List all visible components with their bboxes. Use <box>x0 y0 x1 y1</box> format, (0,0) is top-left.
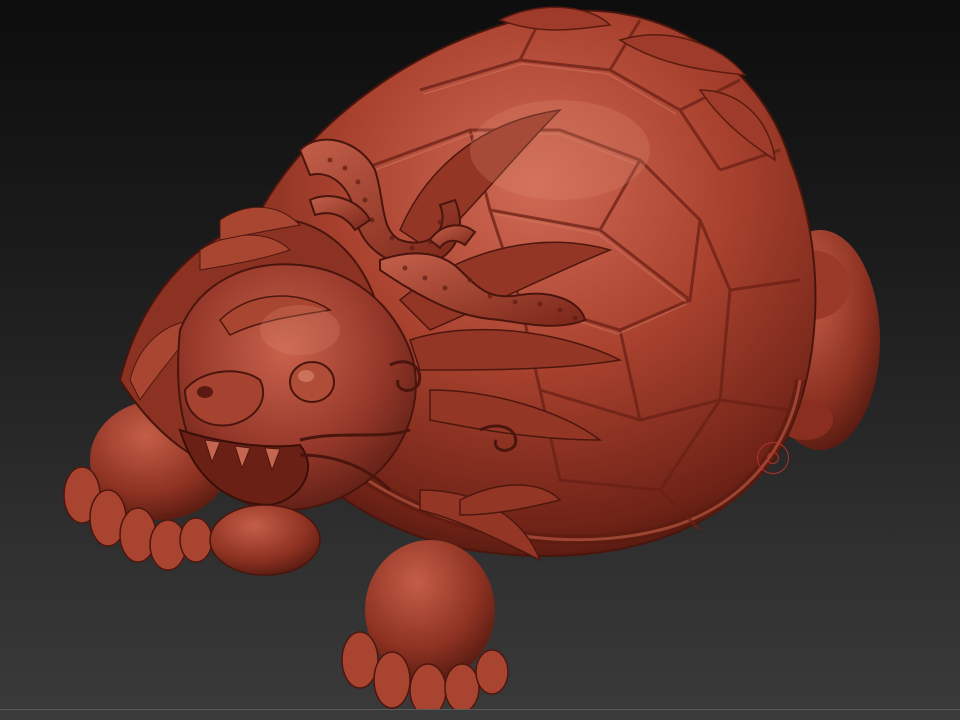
dragon-chin <box>209 504 321 576</box>
bottom-shelf[interactable] <box>0 710 960 720</box>
brush-center-icon <box>767 452 779 464</box>
dragon-eye <box>289 361 335 403</box>
front-right-leg <box>341 540 509 717</box>
3d-viewport[interactable] <box>0 0 960 720</box>
sculpt-model[interactable] <box>0 0 960 720</box>
brush-circle-icon <box>757 442 789 474</box>
